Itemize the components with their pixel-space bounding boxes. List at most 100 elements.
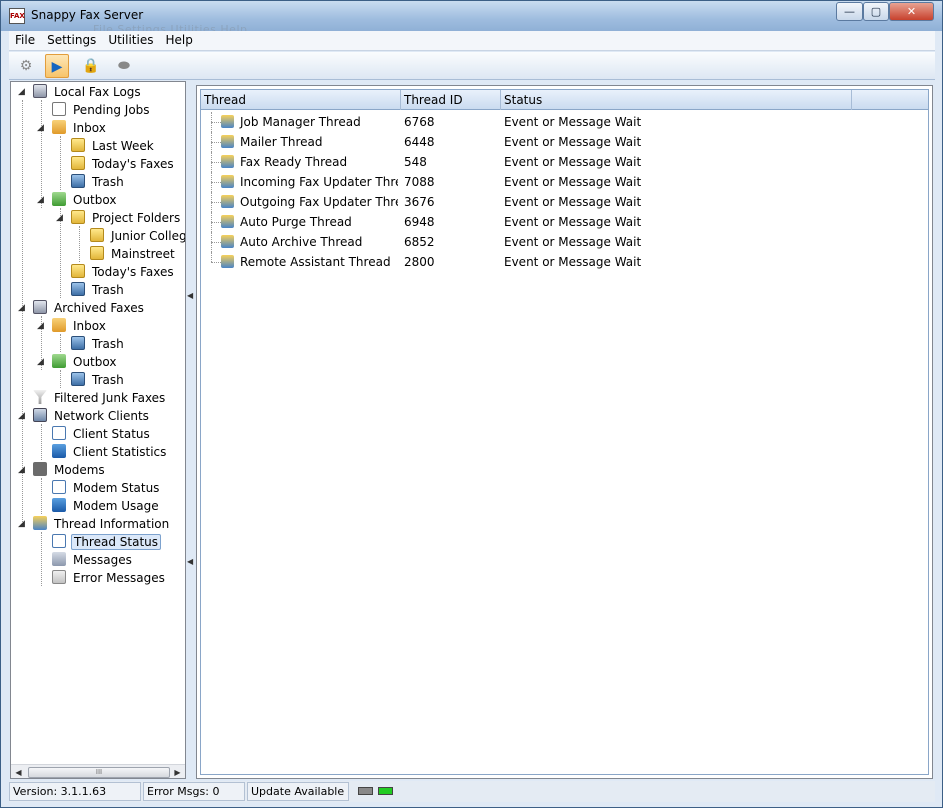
tree-client-status[interactable]: Client Status (52, 425, 152, 443)
scroll-right-arrow[interactable]: ▶ (170, 765, 185, 778)
tree-pending-jobs[interactable]: Pending Jobs (52, 101, 152, 119)
column-status[interactable]: Status (501, 90, 852, 110)
trash-icon (71, 336, 85, 350)
tree-horizontal-scrollbar[interactable]: ◀ III ▶ (11, 764, 185, 778)
tree-modems[interactable]: Modems (33, 461, 107, 479)
modem-led-off (358, 787, 373, 795)
tree-outbox[interactable]: Outbox (52, 191, 118, 209)
splitter-expand-arrow[interactable]: ◀ (187, 557, 193, 566)
tree-archived-outbox[interactable]: Outbox (52, 353, 118, 371)
maximize-button[interactable]: ▢ (863, 2, 889, 21)
statistics-icon (52, 444, 66, 458)
menu-help[interactable]: Help (159, 31, 198, 47)
title-bar[interactable]: FAX Snappy Fax Server File Settings Util… (1, 1, 942, 36)
tree-client-statistics[interactable]: Client Statistics (52, 443, 168, 461)
table-row[interactable]: Job Manager Thread 6768 Event or Message W… (201, 112, 928, 132)
status-update[interactable]: Update Available (247, 782, 349, 801)
modem-icon[interactable]: ⬬ (112, 54, 136, 78)
tree-trash-outbox[interactable]: Trash (71, 281, 126, 299)
folder-icon (71, 264, 85, 278)
menu-file[interactable]: File (9, 31, 41, 47)
status-bar: Version: 3.1.1.63 Error Msgs: 0 Update A… (9, 781, 935, 802)
lock-icon[interactable]: 🔒 (79, 54, 103, 78)
thread-id: 548 (404, 155, 427, 169)
tree-trash-inbox[interactable]: Trash (71, 173, 126, 191)
column-thread-id[interactable]: Thread ID (401, 90, 501, 110)
table-row[interactable]: Fax Ready Thread 548 Event or Message Wait (201, 152, 928, 172)
tree-project-folders[interactable]: Project Folders (71, 209, 182, 227)
tree-thread-information[interactable]: Thread Information (33, 515, 171, 533)
play-icon[interactable]: ▶ (45, 54, 69, 78)
messages-icon (52, 552, 66, 566)
tree-archived-faxes[interactable]: Archived Faxes (33, 299, 146, 317)
thread-list: Thread Thread ID Status Job Manager Thre… (200, 89, 929, 775)
app-window: FAX Snappy Fax Server File Settings Util… (0, 0, 943, 808)
table-row[interactable]: Auto Archive Thread 6852 Event or Message … (201, 232, 928, 252)
tree-archived-inbox-trash[interactable]: Trash (71, 335, 126, 353)
thread-name: Fax Ready Thread (240, 155, 348, 169)
thread-status: Event or Message Wait (504, 235, 642, 249)
tree-filtered-junk-faxes[interactable]: Filtered Junk Faxes (33, 389, 167, 407)
tree-archived-outbox-trash[interactable]: Trash (71, 371, 126, 389)
tree-inbox[interactable]: Inbox (52, 119, 108, 137)
statistics-icon (52, 498, 66, 512)
menu-utilities[interactable]: Utilities (102, 31, 159, 47)
modem-icon (33, 462, 47, 476)
tree-modem-status[interactable]: Modem Status (52, 479, 161, 497)
scroll-left-arrow[interactable]: ◀ (11, 765, 26, 778)
trash-icon (71, 372, 85, 386)
folder-icon (90, 246, 104, 260)
table-row[interactable]: Outgoing Fax Updater Thread 3676 Event or … (201, 192, 928, 212)
tree-thread-status[interactable]: Thread Status (52, 533, 162, 551)
close-button[interactable]: ✕ (889, 2, 934, 21)
tree-todays-faxes-outbox[interactable]: Today's Faxes (71, 263, 176, 281)
tree-mainstreet[interactable]: Mainstreet (90, 245, 177, 263)
status-error-count: Error Msgs: 0 (143, 782, 245, 801)
tree-local-fax-logs[interactable]: Local Fax Logs (33, 83, 143, 101)
navigation-tree-pane: ◢ Local Fax Logs Pending Jobs ◢ Inbox La… (10, 81, 186, 779)
tree-last-week[interactable]: Last Week (71, 137, 156, 155)
tree-junior-college[interactable]: Junior College (90, 227, 185, 245)
table-row[interactable]: Auto Purge Thread 6948 Event or Message Wa… (201, 212, 928, 232)
menu-settings[interactable]: Settings (41, 31, 102, 47)
tree-modem-usage[interactable]: Modem Usage (52, 497, 161, 515)
status-spacer (387, 782, 935, 801)
pane-splitter[interactable]: ◀ ◀ (186, 81, 194, 779)
folder-lock-icon (71, 138, 85, 152)
scroll-thumb[interactable]: III (28, 767, 170, 778)
thread-id: 6852 (404, 235, 435, 249)
thread-name: Mailer Thread (240, 135, 323, 149)
table-row[interactable]: Incoming Fax Updater Thread 7088 Event or … (201, 172, 928, 192)
thread-icon (221, 255, 234, 268)
inbox-icon (52, 318, 66, 332)
thread-icon (221, 215, 234, 228)
tree-messages[interactable]: Messages (52, 551, 134, 569)
gear-icon[interactable]: ⚙ (14, 54, 38, 78)
thread-status: Event or Message Wait (504, 195, 642, 209)
folder-icon (71, 156, 85, 170)
thread-status: Event or Message Wait (504, 175, 642, 189)
menu-bar: File Settings Utilities Help (9, 31, 935, 51)
thread-icon (221, 135, 234, 148)
database-icon (33, 84, 47, 98)
status-version: Version: 3.1.1.63 (9, 782, 141, 801)
table-row[interactable]: Mailer Thread 6448 Event or Message Wait (201, 132, 928, 152)
thread-name: Job Manager Thread (240, 115, 361, 129)
tree-todays-faxes-inbox[interactable]: Today's Faxes (71, 155, 176, 173)
thread-icon (33, 516, 47, 530)
table-row[interactable]: Remote Assistant Thread 2800 Event or Mess… (201, 252, 928, 272)
database-icon (33, 300, 47, 314)
fax-icon: FAX (9, 8, 25, 24)
tree-error-messages[interactable]: Error Messages (52, 569, 167, 587)
folder-icon (71, 210, 85, 224)
thread-icon (221, 115, 234, 128)
folder-icon (90, 228, 104, 242)
tree-network-clients[interactable]: Network Clients (33, 407, 151, 425)
minimize-button[interactable]: — (836, 2, 863, 21)
splitter-collapse-arrow[interactable]: ◀ (187, 291, 193, 300)
tree-archived-inbox[interactable]: Inbox (52, 317, 108, 335)
outbox-icon (52, 192, 66, 206)
thread-id: 3676 (404, 195, 435, 209)
column-thread[interactable]: Thread (201, 90, 401, 110)
inbox-icon (52, 120, 66, 134)
